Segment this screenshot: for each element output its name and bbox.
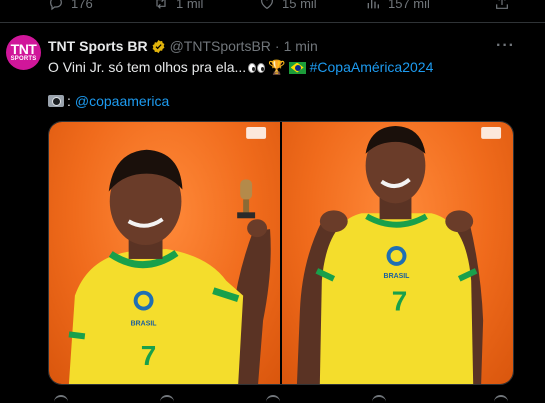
views-button[interactable] (372, 395, 386, 403)
photo-right[interactable]: BRASIL 7 (282, 122, 513, 384)
brazil-flag-icon (288, 61, 306, 74)
verified-badge-icon (152, 39, 164, 53)
credit-colon: : (67, 93, 71, 109)
tweet-action-bar (0, 395, 545, 403)
avatar[interactable]: TNT SPORTS (6, 35, 41, 70)
share-button[interactable] (494, 0, 510, 11)
avatar-logo-text: TNT (10, 40, 37, 57)
photo-left[interactable]: BRASIL 7 (49, 122, 280, 384)
avatar-logo-subtext: SPORTS (10, 55, 37, 62)
reply-icon (50, 0, 62, 11)
hashtag-link[interactable]: #CopaAmérica2024 (310, 58, 434, 77)
jersey-number: 7 (141, 340, 157, 371)
retweet-icon (156, 0, 166, 9)
share-icon (496, 0, 508, 9)
timestamp[interactable]: 1 min (284, 38, 318, 54)
like-count: 15 mil (282, 0, 317, 11)
like-button[interactable]: 15 mil (259, 0, 317, 11)
photo-credit: : @copaamerica (48, 93, 169, 109)
separator-dot: · (274, 38, 280, 54)
mention-link[interactable]: @copaamerica (75, 93, 169, 109)
player-holding-trophy-illustration: BRASIL 7 (68, 126, 271, 384)
tweet-text: O Vini Jr. só tem olhos pra ela... 🏆 #Co… (48, 58, 433, 77)
reply-button[interactable]: 176 (48, 0, 93, 11)
media-grid: BRASIL 7 BRASIL 7 (48, 121, 514, 385)
more-options-icon[interactable]: ··· (496, 37, 515, 55)
trophy-emoji-icon: 🏆 (268, 59, 286, 75)
tweet-divider (0, 22, 545, 23)
retweet-button[interactable] (160, 395, 174, 403)
share-button[interactable] (494, 395, 508, 403)
handle[interactable]: @TNTSportsBR (170, 38, 271, 54)
tweet-body-text: O Vini Jr. só tem olhos pra ela... (48, 59, 247, 75)
player-holding-jersey-illustration: BRASIL 7 (296, 125, 502, 384)
reply-count: 176 (71, 0, 93, 11)
tweet-header: TNT Sports BR @TNTSportsBR · 1 min (48, 38, 318, 54)
eyes-emoji-icon (248, 62, 266, 73)
camera-emoji-icon (48, 95, 64, 107)
display-name[interactable]: TNT Sports BR (48, 38, 148, 54)
heart-icon (261, 0, 273, 10)
jersey-number: 7 (392, 286, 408, 317)
like-button[interactable] (266, 395, 280, 403)
retweet-button[interactable]: 1 mil (153, 0, 203, 11)
views-count: 157 mil (388, 0, 430, 11)
views-button[interactable]: 157 mil (365, 0, 430, 11)
views-icon (367, 0, 379, 9)
jersey-badge-text: BRASIL (131, 320, 158, 327)
jersey-badge-text: BRASIL (384, 273, 411, 280)
reply-button[interactable] (54, 395, 68, 403)
previous-tweet-action-bar: 176 1 mil 15 mil 157 mil (0, 0, 545, 16)
retweet-count: 1 mil (176, 0, 204, 11)
